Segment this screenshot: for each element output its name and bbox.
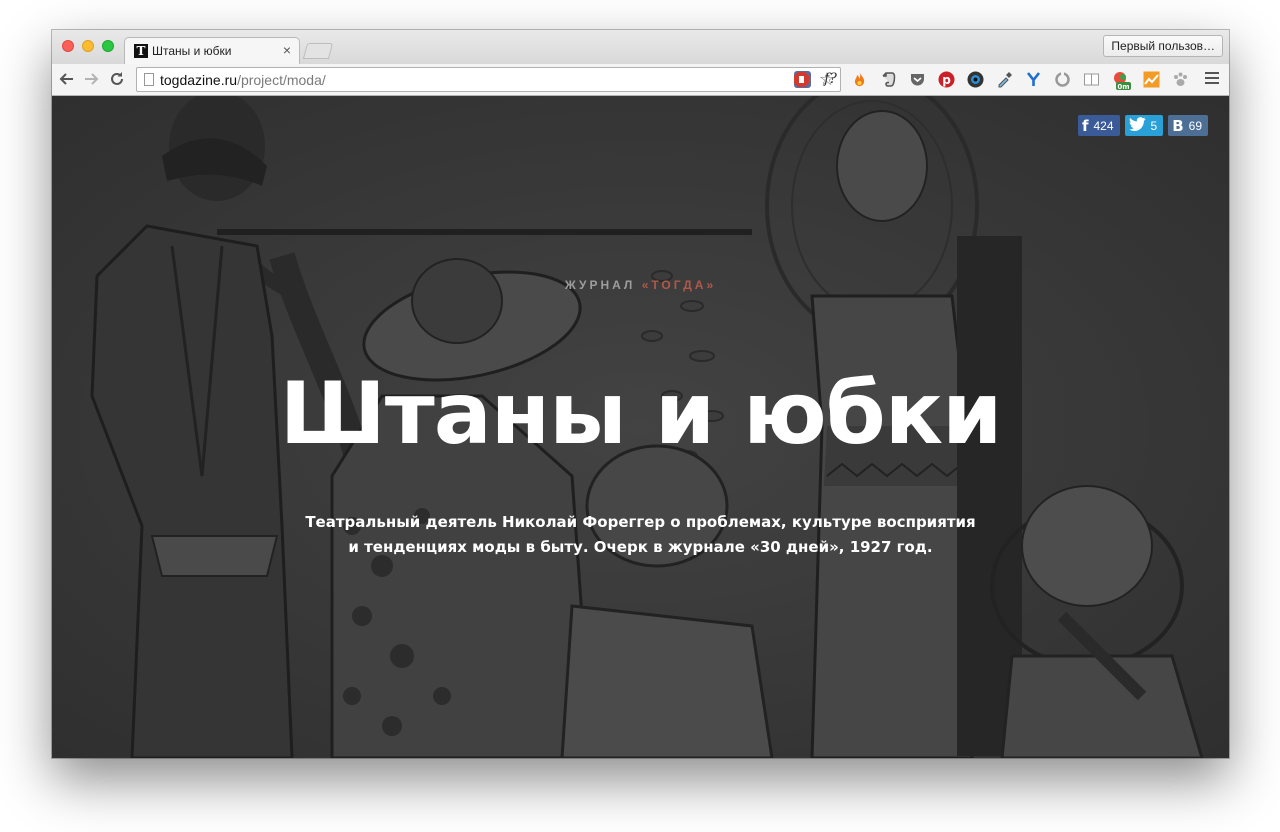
yandex-icon[interactable] (1025, 71, 1042, 88)
chart-icon[interactable] (1143, 71, 1160, 88)
vk-share-button[interactable]: B 69 (1168, 115, 1208, 136)
kicker-prefix: ЖУРНАЛ (564, 278, 636, 292)
address-bar[interactable]: togdazine.ru/project/moda/ B ☆ (136, 67, 841, 92)
reader-icon[interactable] (1083, 71, 1100, 88)
facebook-share-button[interactable]: f 424 (1077, 115, 1120, 136)
tab-title: Штаны и юбки (152, 44, 232, 58)
zoom-window-button[interactable] (102, 40, 114, 52)
lead-line-2: и тенденциях моды в быту. Очерк в журнал… (348, 538, 933, 556)
tab-strip: T Штаны и юбки × Первый пользов… (52, 30, 1229, 64)
font-icon[interactable]: f? (822, 71, 839, 88)
close-window-button[interactable] (62, 40, 74, 52)
forward-arrow-icon[interactable] (80, 68, 102, 90)
page-title: Штаны и юбки (279, 364, 1003, 464)
twitter-share-button[interactable]: 5 (1124, 115, 1164, 136)
pocket-icon[interactable] (909, 71, 926, 88)
url-host: togdazine.ru (160, 72, 238, 88)
twitter-share-count: 5 (1150, 118, 1158, 133)
facebook-share-count: 424 (1093, 118, 1114, 133)
share-buttons: f 424 5 B 69 (1077, 115, 1208, 136)
svg-text:p: p (942, 73, 951, 87)
page-hero: f 424 5 B 69 ЖУРНАЛ «ТОГДА» Штаны и юбки… (52, 96, 1229, 758)
tab-close-icon[interactable]: × (283, 42, 291, 58)
refresh-ring-icon[interactable] (1054, 71, 1071, 88)
page-icon (144, 73, 154, 86)
weather-badge: 0m (1117, 83, 1129, 91)
vk-share-count: 69 (1188, 118, 1202, 133)
pinterest-icon[interactable]: p (938, 71, 955, 88)
kicker-brand[interactable]: «ТОГДА» (642, 278, 716, 292)
camera-icon[interactable] (967, 71, 984, 88)
paw-icon[interactable] (1172, 71, 1189, 88)
fire-icon[interactable] (851, 71, 868, 88)
lead-line-1: Театральный деятель Николай Фореггер о п… (305, 513, 976, 531)
hamburger-menu-icon[interactable] (1205, 72, 1219, 86)
facebook-icon: f (1081, 116, 1089, 135)
adblock-icon[interactable] (793, 71, 810, 88)
url-path: /project/moda/ (237, 72, 326, 88)
browser-toolbar: togdazine.ru/project/moda/ B ☆ f? p (52, 64, 1229, 96)
minimize-window-button[interactable] (82, 40, 94, 52)
new-tab-button[interactable] (302, 43, 334, 59)
vk-icon: B (1172, 116, 1184, 135)
twitter-icon (1128, 117, 1146, 134)
site-favicon-icon: T (134, 44, 148, 58)
tab-active[interactable]: T Штаны и юбки × (124, 37, 300, 64)
weather-icon[interactable]: 0m (1112, 71, 1131, 91)
browser-window: T Штаны и юбки × Первый пользов… togdazi… (52, 30, 1229, 758)
url-text[interactable]: togdazine.ru/project/moda/ (160, 72, 326, 88)
magazine-kicker[interactable]: ЖУРНАЛ «ТОГДА» (52, 278, 1229, 292)
profile-button[interactable]: Первый пользов… (1103, 35, 1223, 57)
article-lead: Театральный деятель Николай Фореггер о п… (272, 510, 1009, 560)
evernote-icon[interactable] (880, 71, 897, 88)
back-arrow-icon[interactable] (56, 68, 78, 90)
eyedropper-icon[interactable] (996, 71, 1013, 88)
reload-icon[interactable] (106, 68, 128, 90)
